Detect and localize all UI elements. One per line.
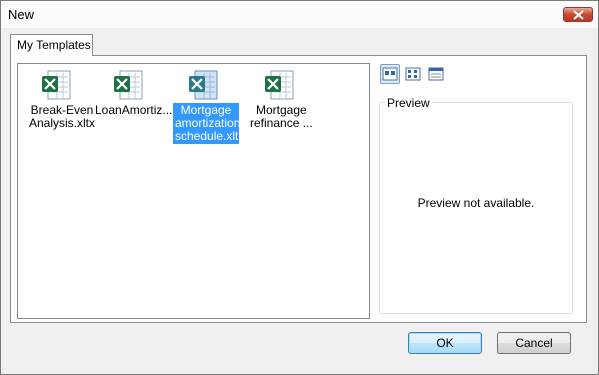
ok-button[interactable]: OK [408, 332, 482, 354]
large-icons-view-button[interactable] [380, 64, 400, 84]
cancel-button[interactable]: Cancel [497, 332, 571, 354]
tab-my-templates[interactable]: My Templates [10, 34, 93, 56]
preview-message: Preview not available. [417, 196, 535, 210]
excel-template-icon [42, 70, 71, 100]
details-view-icon [428, 67, 444, 81]
large-icons-view-icon [382, 67, 398, 81]
list-view-icon [405, 67, 421, 81]
list-view-button[interactable] [403, 64, 423, 84]
template-label: LoanAmortiz... [95, 103, 173, 117]
tab-label: My Templates [17, 38, 91, 52]
title-bar[interactable]: New [1, 1, 598, 28]
excel-template-icon [265, 70, 294, 100]
template-label: Mortgage amortization schedule.xlt [173, 103, 241, 144]
details-view-button[interactable] [426, 64, 446, 84]
close-button[interactable] [563, 7, 593, 22]
window-title: New [8, 7, 35, 22]
excel-template-icon [114, 70, 143, 100]
excel-template-icon [189, 70, 218, 100]
template-label: Mortgage refinance ... [250, 103, 313, 130]
template-label: Break-Even Analysis.xltx [29, 103, 96, 130]
close-icon [573, 10, 584, 20]
preview-label: Preview [385, 96, 432, 110]
